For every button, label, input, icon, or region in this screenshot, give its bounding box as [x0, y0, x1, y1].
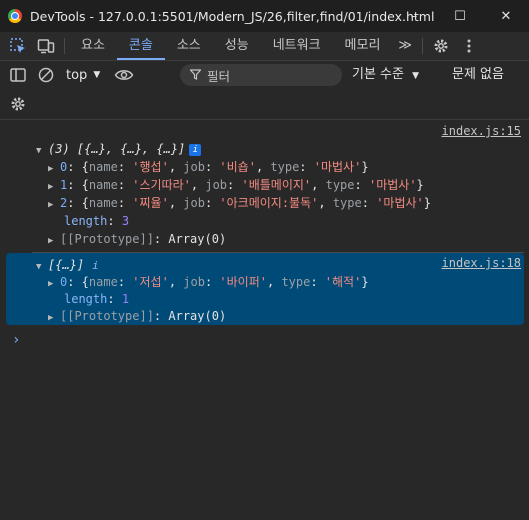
object-key: job: [183, 275, 205, 289]
array-summary-row[interactable]: ▼ [{…}] i: [36, 256, 99, 274]
more-tabs-button[interactable]: ≫: [392, 32, 418, 60]
array-item-row[interactable]: ▶ 0: {name: '저섭', job: '바이퍼', type: '해적'}: [48, 273, 369, 291]
object-key: type: [332, 196, 362, 210]
console-toolbar: top ▼ 필터 기본 수준 ▼ 문제 없음: [0, 61, 529, 89]
filter-input[interactable]: 필터: [180, 64, 342, 86]
object-key: name: [88, 275, 118, 289]
tab-sources[interactable]: 소스: [165, 32, 213, 60]
array-item-row[interactable]: ▶ 1: {name: '스기따라', job: '배틀메이지', type: '…: [48, 176, 424, 194]
close-button[interactable]: ✕: [483, 0, 529, 32]
prototype-row[interactable]: ▶ [[Prototype]]: Array(0): [48, 230, 226, 248]
title-bar: DevTools - 127.0.0.1:5501/Modern_JS/26,f…: [0, 0, 529, 32]
length-value: 1: [121, 292, 130, 306]
job-value: '비숍': [219, 160, 256, 174]
object-key: name: [88, 178, 118, 192]
length-key: length: [64, 214, 108, 228]
object-key: job: [183, 160, 205, 174]
tab-performance[interactable]: 성능: [213, 32, 261, 60]
array-summary: (3) [{…}, {…}, {…}]: [48, 142, 186, 156]
console-prompt[interactable]: ›: [12, 332, 20, 348]
expanded-triangle-icon: ▼: [36, 146, 42, 156]
type-value: '마법사': [313, 160, 362, 174]
name-value: '찌율': [132, 196, 169, 210]
clear-console-icon[interactable]: [32, 61, 60, 89]
maximize-button[interactable]: ☐: [437, 0, 483, 32]
object-key: job: [205, 178, 228, 192]
prototype-value: Array(0): [168, 309, 227, 323]
object-key: type: [270, 160, 300, 174]
console-settings-gear-icon[interactable]: [4, 90, 32, 118]
filter-placeholder: 필터: [207, 68, 231, 84]
array-summary: [{…}]: [48, 258, 85, 272]
length-key: length: [64, 292, 108, 306]
array-item-row[interactable]: ▶ 0: {name: '행섭', job: '비숍', type: '마법사'}: [48, 158, 369, 176]
context-selector[interactable]: top ▼: [66, 68, 100, 83]
object-key: job: [183, 196, 205, 210]
job-value: '바이퍼': [219, 275, 267, 289]
object-key: name: [88, 196, 118, 210]
log-source-link[interactable]: index.js:15: [442, 124, 521, 138]
live-expression-eye-icon[interactable]: [110, 61, 138, 89]
type-value: '마법사': [368, 178, 417, 192]
prototype-key: [[Prototype]]: [60, 232, 154, 246]
array-length-row: length: 1: [64, 292, 130, 306]
array-summary-row[interactable]: ▼ (3) [{…}, {…}, {…}] i: [36, 140, 202, 158]
info-icon: i: [189, 144, 202, 156]
minimize-button[interactable]: –: [391, 0, 437, 32]
log-source-link[interactable]: index.js:18: [442, 256, 521, 270]
job-value: '배틀메이지': [241, 178, 312, 192]
expanded-triangle-icon: ▼: [36, 262, 42, 272]
collapsed-triangle-icon: ▶: [48, 279, 54, 289]
tab-elements[interactable]: 요소: [69, 32, 117, 60]
tab-memory[interactable]: 메모리: [333, 32, 393, 60]
issues-button[interactable]: 문제 없음: [452, 61, 504, 89]
chrome-icon: [8, 9, 22, 23]
log-levels-dropdown[interactable]: 기본 수준 ▼: [352, 61, 419, 89]
array-item-row[interactable]: ▶ 2: {name: '찌율', job: '아크메이지:불독', type: …: [48, 194, 431, 212]
prototype-value: Array(0): [168, 232, 227, 246]
name-value: '행섭': [132, 160, 169, 174]
log-levels-label: 기본 수준: [352, 67, 404, 82]
settings-gear-icon[interactable]: [427, 32, 455, 60]
toolbar-divider: [64, 38, 65, 54]
inspect-element-icon[interactable]: [4, 32, 32, 60]
collapsed-triangle-icon: ▶: [48, 200, 54, 210]
object-key: name: [88, 160, 118, 174]
sidebar-toggle-icon[interactable]: [4, 61, 32, 89]
collapsed-triangle-icon: ▶: [48, 236, 54, 246]
context-label: top: [66, 67, 88, 83]
chevron-down-icon: ▼: [93, 70, 101, 80]
type-value: '해적': [324, 275, 362, 289]
tab-console[interactable]: 콘솔: [116, 32, 165, 60]
job-value: '아크메이지:불독': [219, 196, 319, 210]
prototype-row[interactable]: ▶ [[Prototype]]: Array(0): [48, 307, 226, 325]
toolbar-divider: [422, 38, 424, 54]
tab-network[interactable]: 네트워크: [261, 32, 333, 60]
devtools-tab-bar: 요소 콘솔 소스 성능 네트워크 메모리 ≫: [0, 32, 529, 61]
info-icon: i: [92, 259, 99, 272]
chevron-down-icon: ▼: [412, 71, 420, 81]
object-key: type: [325, 178, 355, 192]
window-title: DevTools - 127.0.0.1:5501/Modern_JS/26,f…: [30, 8, 435, 24]
array-length-row: length: 3: [64, 214, 130, 228]
name-value: '스기따라': [132, 178, 191, 192]
length-value: 3: [121, 214, 130, 228]
device-toolbar-icon[interactable]: [32, 32, 60, 60]
type-value: '마법사': [376, 196, 424, 210]
prototype-key: [[Prototype]]: [60, 309, 154, 323]
object-key: type: [281, 275, 311, 289]
console-toolbar-row2: [0, 89, 529, 120]
name-value: '저섭': [132, 275, 169, 289]
log-entry-divider: [32, 252, 524, 253]
filter-funnel-icon: [189, 68, 202, 83]
console-output: index.js:15 ▼ (3) [{…}, {…}, {…}] i ▶ 0: {n…: [0, 120, 529, 520]
collapsed-triangle-icon: ▶: [48, 313, 54, 323]
more-options-icon[interactable]: [455, 32, 483, 60]
